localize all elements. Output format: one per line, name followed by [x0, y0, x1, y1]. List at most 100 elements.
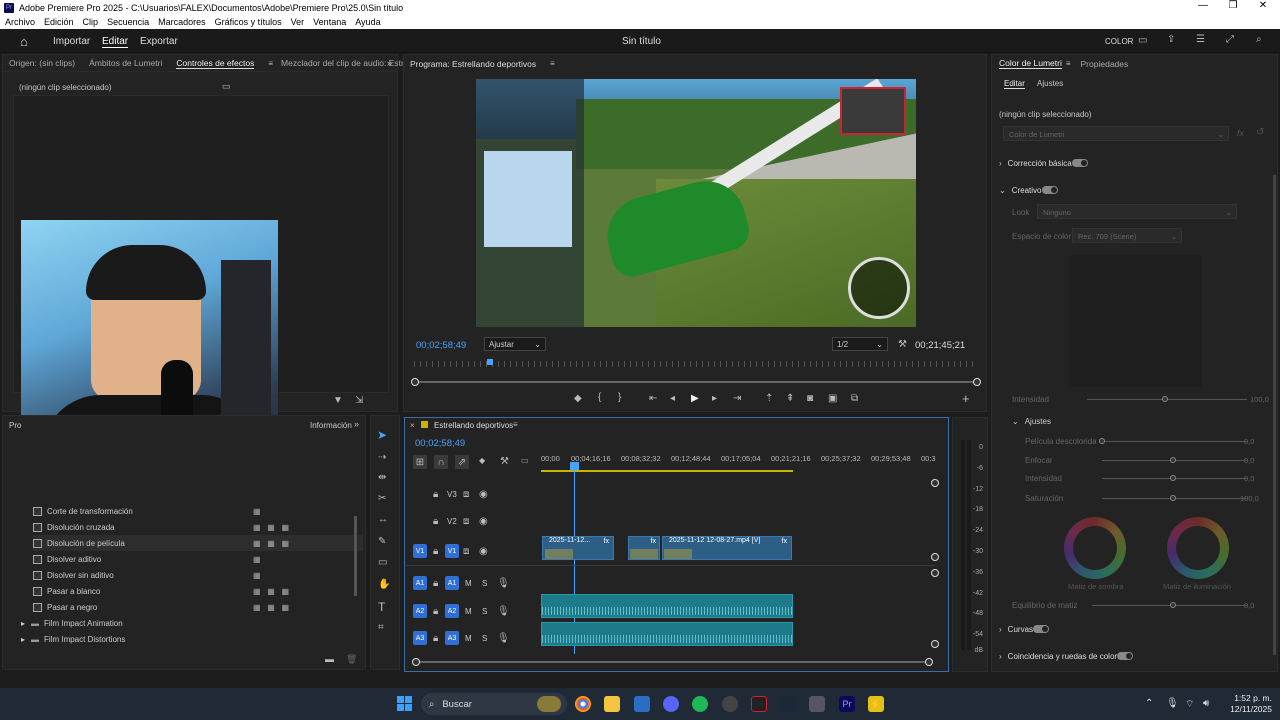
list-item[interactable]: Disolver sin aditivo ▦ [33, 567, 363, 583]
list-item[interactable]: Corte de transformación ▦ [33, 503, 363, 519]
creative-toggle[interactable] [1041, 186, 1058, 194]
program-current-timecode[interactable]: 00;02;58;49 [416, 340, 466, 351]
saturation-knob[interactable] [1170, 495, 1176, 501]
tab-editar[interactable]: Editar [102, 36, 129, 48]
v-scroll-handle[interactable] [931, 553, 939, 561]
tab-importar[interactable]: Importar [53, 36, 90, 47]
playhead-handle[interactable] [570, 462, 579, 470]
lock-icon[interactable]: 🔒︎ [433, 606, 438, 617]
colorspace-dropdown[interactable]: Rec. 709 (Scene) ⌄ [1072, 228, 1182, 243]
maximize-button[interactable]: ❐ [1218, 0, 1248, 11]
sync-lock-icon[interactable]: ⧈ [463, 489, 469, 500]
lock-icon[interactable]: 🔒︎ [433, 489, 438, 500]
mute-button[interactable]: M [465, 579, 472, 588]
microphone-icon[interactable]: 🎙︎ [497, 578, 510, 589]
tint-balance-value[interactable]: 0,0 [1244, 601, 1254, 610]
selection-tool-icon[interactable]: ➤ [377, 428, 387, 442]
list-item[interactable]: Disolver aditivo ▦ [33, 551, 363, 567]
fit-dropdown[interactable]: Ajustar ⌄ [484, 337, 546, 351]
a-scroll-handle[interactable] [931, 569, 939, 577]
mute-button[interactable]: M [465, 634, 472, 643]
discord-icon[interactable] [663, 696, 679, 712]
timeline-marker-icon[interactable]: ◆ [479, 456, 485, 465]
panel-menu-icon[interactable]: ≡ [268, 59, 273, 68]
tab-exportar[interactable]: Exportar [140, 36, 178, 47]
lumetri-scrollbar[interactable] [1273, 175, 1276, 655]
captions-track-icon[interactable]: ▭ [521, 456, 529, 465]
source-patch-a2[interactable]: A2 [413, 604, 427, 618]
audio-clip-a2[interactable] [541, 594, 793, 618]
eye-icon[interactable]: ◉ [479, 489, 488, 500]
project-scrollbar[interactable] [354, 516, 357, 596]
menu-edicion[interactable]: Edición [44, 17, 74, 27]
slip-icon[interactable]: ↔ [378, 514, 388, 525]
lift-icon[interactable]: ⇡ [765, 393, 773, 404]
steam-icon[interactable] [780, 696, 796, 712]
more-panels-icon[interactable]: » [354, 419, 359, 429]
tab-source[interactable]: Origen: (sin clips) [9, 58, 75, 68]
source-patch-a1[interactable]: A1 [413, 576, 427, 590]
menu-clip[interactable]: Clip [83, 17, 99, 27]
track-target-a2[interactable]: A2 [445, 604, 459, 618]
epic-games-icon[interactable] [751, 696, 767, 712]
tint-balance-knob[interactable] [1170, 602, 1176, 608]
minimize-button[interactable]: — [1188, 0, 1218, 11]
menu-ver[interactable]: Ver [291, 17, 305, 27]
track-target-a1[interactable]: A1 [445, 576, 459, 590]
vibrance-knob[interactable] [1170, 475, 1176, 481]
eye-icon[interactable]: ◉ [479, 516, 488, 527]
extract-icon[interactable]: ⇞ [786, 393, 794, 404]
faded-film-slider[interactable] [1102, 441, 1247, 442]
nest-toggle-icon[interactable]: ⊞ [413, 455, 427, 469]
lock-icon[interactable]: 🔒︎ [433, 633, 438, 644]
add-marker-icon[interactable]: ◆ [574, 393, 582, 404]
tab-effect-controls[interactable]: Controles de efectos [176, 58, 255, 69]
comparison-view-icon[interactable]: ▣ [828, 393, 837, 404]
microphone-icon[interactable]: 🎙︎ [497, 606, 510, 617]
program-title[interactable]: Programa: Estrellando deportivos [410, 59, 536, 69]
camera-icon[interactable]: ◙ [807, 393, 813, 404]
add-button-icon[interactable]: + [962, 391, 970, 406]
app-taskbar-icon[interactable]: ⚡ [868, 696, 884, 712]
program-playhead[interactable] [487, 359, 493, 365]
tray-volume-icon[interactable]: 🔊︎ [1203, 698, 1209, 709]
curves-toggle[interactable] [1033, 625, 1050, 633]
step-forward-icon[interactable]: ▸ [712, 393, 717, 404]
section-basic-correction[interactable]: › Corrección básica [999, 155, 1269, 171]
list-item[interactable]: Pasar a blanco ▦ ▦ ▦ [33, 583, 363, 599]
home-icon[interactable]: ⌂ [20, 34, 28, 49]
list-item[interactable]: Disolución cruzada ▦ ▦ ▦ [33, 519, 363, 535]
obs-icon[interactable] [722, 696, 738, 712]
track-target-v1[interactable]: V1 [445, 544, 459, 558]
audio-clip-a3[interactable] [541, 622, 793, 646]
quick-export-icon[interactable]: ☰ [1196, 34, 1205, 45]
rectangle-icon[interactable]: ▭ [378, 557, 387, 568]
list-item[interactable]: Disolución de película ▦ ▦ ▦ [33, 535, 363, 551]
tab-lumetri-scopes[interactable]: Ámbitos de Lumetri [89, 58, 162, 68]
solo-button[interactable]: S [482, 579, 487, 588]
look-dropdown[interactable]: Ninguno ⌄ [1037, 204, 1237, 219]
sequence-menu-icon[interactable]: ≡ [513, 420, 518, 429]
tab-lumetri-color[interactable]: Color de Lumetri [999, 58, 1062, 69]
export-frame-icon[interactable]: ⇲ [355, 395, 363, 406]
captions-icon[interactable]: ⌗ [378, 622, 384, 633]
windows-start-icon[interactable] [397, 696, 412, 711]
close-window-button[interactable]: ✕ [1248, 0, 1278, 11]
faded-film-value[interactable]: 0,0 [1244, 437, 1254, 446]
clock[interactable]: 1:52 p. m. 12/11/2025 [1222, 693, 1272, 715]
intensity-value[interactable]: 100,0 [1250, 395, 1269, 404]
subtab-editar[interactable]: Editar [1004, 79, 1025, 89]
microsoft-store-icon[interactable] [634, 696, 650, 712]
timeline-h-scrollbar[interactable] [415, 661, 929, 663]
video-clip[interactable]: fx [628, 536, 660, 560]
microphone-icon[interactable]: 🎙︎ [497, 633, 510, 644]
lock-icon[interactable]: 🔒︎ [433, 546, 438, 557]
lumetri-menu-icon[interactable]: ≡ [1066, 59, 1071, 68]
program-ruler[interactable] [414, 361, 978, 367]
search-help-icon[interactable]: ⌕ [1256, 34, 1262, 45]
v-scroll-handle[interactable] [931, 479, 939, 487]
sharpen-value[interactable]: 0,0 [1244, 456, 1254, 465]
more-panels-icon[interactable]: » [387, 58, 392, 68]
tray-mic-icon[interactable]: 🎙︎ [1166, 698, 1179, 709]
zoom-handle-right[interactable] [973, 378, 981, 386]
